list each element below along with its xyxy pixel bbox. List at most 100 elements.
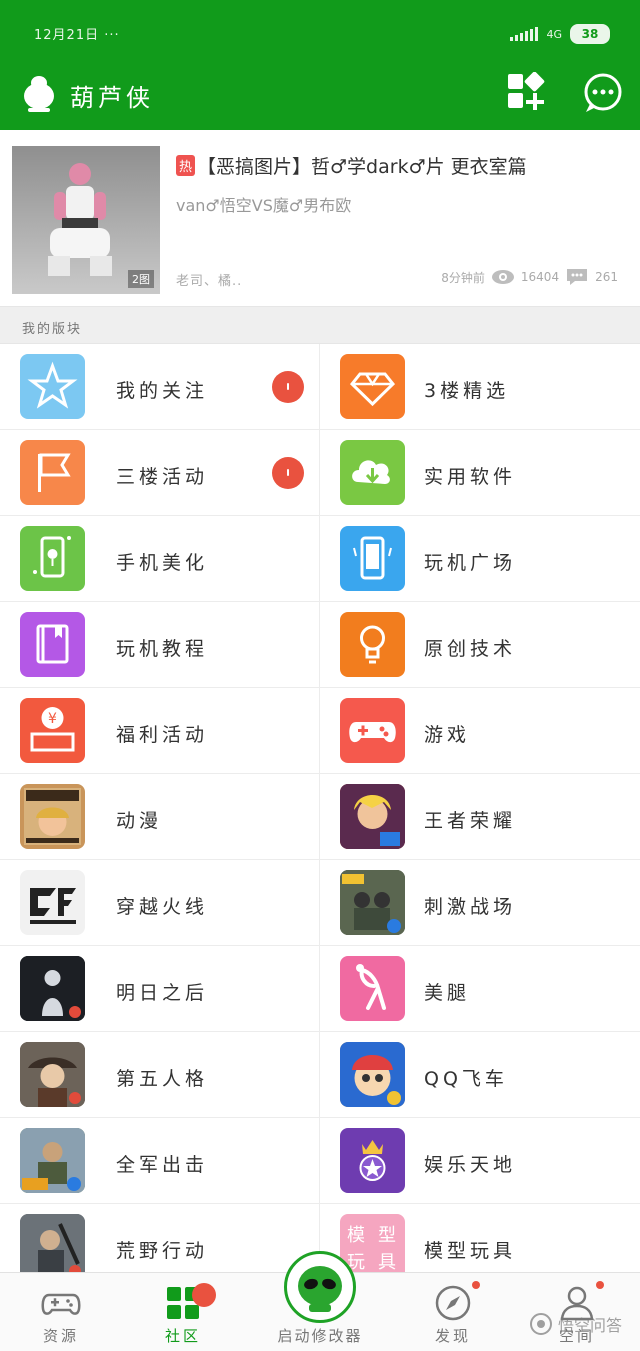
post-subtitle: van♂悟空VS魔♂男布欧: [176, 196, 352, 215]
star-icon: [20, 354, 85, 419]
board-label: 荒野行动: [116, 1240, 209, 1262]
image-count: 2图: [128, 270, 154, 288]
board-item[interactable]: 第五人格: [0, 1032, 320, 1118]
gamepad-icon: [41, 1293, 81, 1315]
board-label: 三楼活动: [116, 466, 209, 488]
board-label: 娱乐天地: [424, 1154, 517, 1176]
watermark-text: 悟空问答: [557, 1316, 622, 1335]
board-item[interactable]: 美腿: [320, 946, 640, 1032]
post-title-row[interactable]: 热【恶搞图片】哲♂学dark♂片 更衣室篇: [176, 152, 626, 179]
status-bar: 12月21日 ··· 4G 38: [0, 0, 640, 64]
eye-icon: [491, 270, 514, 284]
battery-icon: 38: [570, 24, 610, 44]
board-label: 模型玩具: [424, 1240, 517, 1262]
post-title: 【恶搞图片】哲♂学dark♂片 更衣室篇: [197, 156, 527, 178]
gourd-logo-icon: [24, 76, 54, 112]
board-label: 刺激战场: [424, 896, 517, 918]
soldier-icon: [20, 1128, 85, 1193]
board-item[interactable]: 手机美化: [0, 516, 320, 602]
board-label: 实用软件: [424, 466, 517, 488]
nav-discover[interactable]: 发现: [398, 1273, 508, 1351]
notification-badge: [272, 457, 304, 489]
post-thumbnail[interactable]: 2图: [12, 146, 160, 294]
board-item[interactable]: 玩机教程: [0, 602, 320, 688]
board-item[interactable]: QQ飞车: [320, 1032, 640, 1118]
cloud-download-icon: [340, 440, 405, 505]
bulb-icon: [340, 612, 405, 677]
view-count: 16404: [520, 270, 560, 284]
diamond-icon: [340, 354, 405, 419]
post-author[interactable]: 老司、橘..: [176, 270, 242, 289]
board-item[interactable]: 王者荣耀: [320, 774, 640, 860]
signal-icon: [510, 27, 539, 41]
watermark-logo-icon: [529, 1313, 552, 1335]
nav-resources-label: 资源: [42, 1327, 79, 1345]
board-item[interactable]: 刺激战场: [320, 860, 640, 946]
nav-discover-label: 发现: [434, 1327, 471, 1345]
board-label: 玩机教程: [116, 638, 209, 660]
add-board-button[interactable]: [506, 72, 546, 112]
status-right: 4G 38: [510, 24, 610, 44]
board-item[interactable]: ¥ 福利活动: [0, 688, 320, 774]
board-label: 第五人格: [116, 1068, 209, 1090]
game-hero-icon: [340, 784, 405, 849]
phone-icon: [340, 526, 405, 591]
wanted-poster-icon: [20, 784, 85, 849]
silhouette-icon: [20, 956, 85, 1021]
community-badge: [192, 1283, 216, 1307]
board-label: 游戏: [424, 724, 471, 746]
svg-text:模: 模: [347, 1225, 365, 1246]
compass-icon: [435, 1285, 471, 1321]
launcher-ring: [284, 1251, 356, 1323]
board-item[interactable]: 穿越火线: [0, 860, 320, 946]
notification-badge: [272, 371, 304, 403]
nav-launcher[interactable]: 启动修改器: [270, 1251, 370, 1351]
section-title: 我的版块: [22, 322, 83, 337]
post-meta: 8分钟前 16404 261: [441, 268, 618, 286]
board-item[interactable]: 原创技术: [320, 602, 640, 688]
board-item[interactable]: 3楼精选: [320, 344, 640, 430]
status-time: 12月21日 ···: [34, 28, 120, 43]
svg-text:具: 具: [378, 1252, 396, 1272]
featured-post[interactable]: 2图 热【恶搞图片】哲♂学dark♂片 更衣室篇 van♂悟空VS魔♂男布欧 老…: [0, 130, 640, 306]
message-button[interactable]: [582, 72, 624, 114]
phone-flower-icon: [20, 526, 85, 591]
gamepad-icon: [340, 698, 405, 763]
comment-count: 261: [595, 270, 618, 284]
flag-icon: [20, 440, 85, 505]
board-item[interactable]: 三楼活动: [0, 430, 320, 516]
alien-mascot-icon: [298, 1266, 342, 1312]
section-header: 我的版块: [0, 306, 640, 344]
board-item[interactable]: 游戏: [320, 688, 640, 774]
board-label: 明日之后: [116, 982, 209, 1004]
board-item[interactable]: 娱乐天地: [320, 1118, 640, 1204]
board-item[interactable]: 明日之后: [0, 946, 320, 1032]
board-item[interactable]: 实用软件: [320, 430, 640, 516]
racer-icon: [340, 1042, 405, 1107]
yen-gift-icon: ¥: [20, 698, 85, 763]
post-time: 8分钟前: [441, 270, 485, 285]
nav-community-label: 社区: [164, 1327, 201, 1345]
board-label: 全军出击: [116, 1154, 209, 1176]
knives-out-icon: [20, 1214, 85, 1272]
svg-text:型: 型: [378, 1225, 396, 1246]
board-item[interactable]: 全军出击: [0, 1118, 320, 1204]
discover-dot: [472, 1281, 480, 1289]
board-item[interactable]: 玩机广场: [320, 516, 640, 602]
battery-level: 38: [581, 27, 599, 41]
profile-dot: [596, 1281, 604, 1289]
board-label: 王者荣耀: [424, 810, 517, 832]
crossfire-logo-icon: [20, 870, 85, 935]
app-bar: 葫芦侠: [0, 64, 640, 130]
board-grid: 我的关注 3楼精选三楼活动 实用软件手机美化 玩机广场玩机教程 原创技术 ¥ 福利活动 游戏动…: [0, 344, 640, 1272]
board-label: QQ飞车: [424, 1068, 508, 1090]
pubg-icon: [340, 870, 405, 935]
board-item[interactable]: 我的关注: [0, 344, 320, 430]
character-figure-icon: [48, 163, 112, 276]
board-label: 我的关注: [116, 380, 209, 402]
crown-star-icon: [340, 1128, 405, 1193]
nav-resources[interactable]: 资源: [6, 1273, 116, 1351]
nav-community[interactable]: 社区: [128, 1273, 238, 1351]
board-item[interactable]: 动漫: [0, 774, 320, 860]
network-type: 4G: [546, 27, 562, 41]
